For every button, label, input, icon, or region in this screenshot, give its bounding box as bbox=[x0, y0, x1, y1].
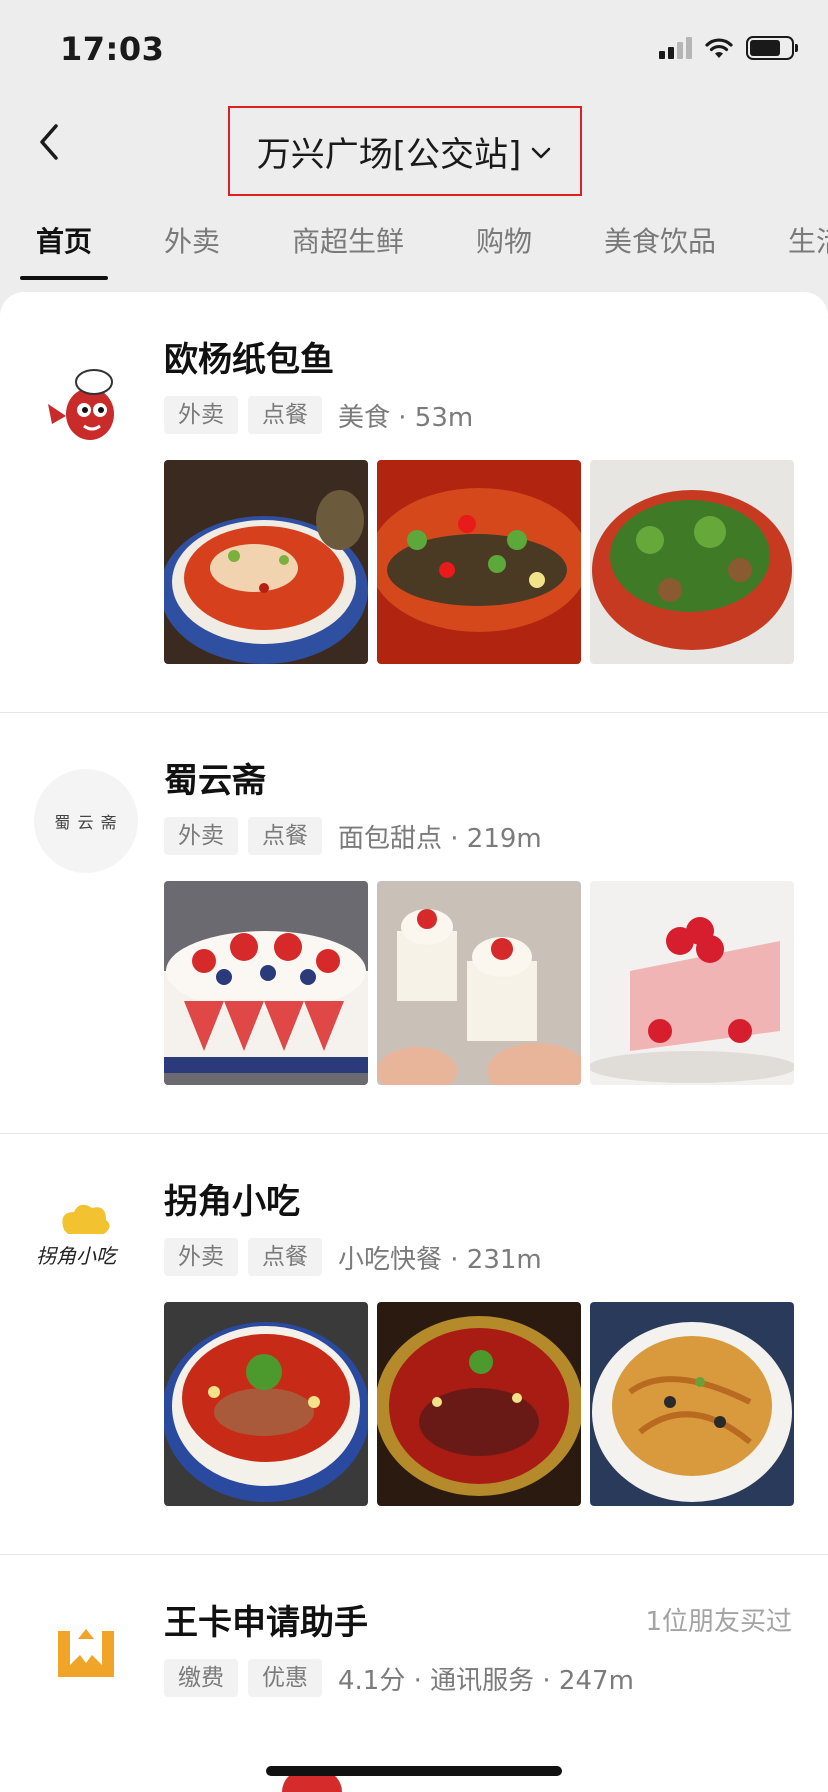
tab-takeout[interactable]: 外卖 bbox=[164, 220, 220, 260]
shop-logo-shuyunzhai: 蜀 云 斋 bbox=[34, 769, 138, 873]
shop-name: 蜀云斋 bbox=[164, 761, 266, 801]
food-photo-raspberry-cake[interactable] bbox=[590, 881, 794, 1085]
food-photo-grilled-fish[interactable] bbox=[377, 460, 581, 664]
shop-card[interactable]: 王卡申请助手 1位朋友买过 缴费 优惠 4.1分 · 通讯服务 · 247m bbox=[0, 1555, 828, 1792]
shop-meta: 缴费 优惠 4.1分 · 通讯服务 · 247m bbox=[164, 1659, 634, 1697]
tag-takeout: 外卖 bbox=[164, 396, 238, 434]
status-time: 17:03 bbox=[60, 30, 165, 68]
shop-logo-guaijiao: 拐角小吃 bbox=[34, 1190, 138, 1294]
friend-purchase-note: 1位朋友买过 bbox=[645, 1607, 792, 1637]
home-indicator[interactable] bbox=[266, 1766, 562, 1776]
food-photo-noodles[interactable] bbox=[590, 1302, 794, 1506]
shop-name: 欧杨纸包鱼 bbox=[164, 340, 334, 380]
tag-order: 点餐 bbox=[248, 1238, 322, 1276]
tab-shopping[interactable]: 购物 bbox=[476, 220, 532, 260]
food-photo-spicy-pot[interactable] bbox=[377, 1302, 581, 1506]
shop-rating-category-distance: 4.1分 · 通讯服务 · 247m bbox=[338, 1665, 634, 1696]
status-bar: 17:03 bbox=[0, 0, 828, 96]
tag-order: 点餐 bbox=[248, 817, 322, 855]
signal-icon bbox=[659, 37, 692, 59]
header: 万兴广场[公交站] bbox=[0, 96, 828, 200]
category-tabs: 首页 外卖 商超生鲜 购物 美食饮品 生活 bbox=[0, 200, 828, 292]
shop-logo-fish bbox=[34, 348, 138, 452]
chevron-down-icon bbox=[532, 147, 551, 159]
shop-meta: 外卖 点餐 美食 · 53m bbox=[164, 396, 473, 434]
shop-meta: 外卖 点餐 小吃快餐 · 231m bbox=[164, 1238, 542, 1276]
shop-category-distance: 美食 · 53m bbox=[338, 402, 474, 433]
tag-takeout: 外卖 bbox=[164, 817, 238, 855]
shop-card[interactable]: 蜀 云 斋 蜀云斋 外卖 点餐 面包甜点 · 219m bbox=[0, 713, 828, 1133]
shop-photos bbox=[164, 460, 794, 664]
shop-card[interactable]: 拐角小吃 拐角小吃 外卖 点餐 小吃快餐 · 231m bbox=[0, 1134, 828, 1554]
location-title: 万兴广场[公交站] bbox=[256, 134, 522, 175]
shop-photos bbox=[164, 881, 794, 1085]
wifi-icon bbox=[705, 38, 733, 58]
tab-active-indicator bbox=[20, 276, 108, 280]
crown-w-icon bbox=[58, 1629, 114, 1677]
tag-order: 点餐 bbox=[248, 396, 322, 434]
food-photo-fish-soup[interactable] bbox=[164, 460, 368, 664]
shop-logo-wangka bbox=[34, 1601, 138, 1705]
food-photo-strawberry-cake[interactable] bbox=[164, 881, 368, 1085]
shop-meta: 外卖 点餐 面包甜点 · 219m bbox=[164, 817, 542, 855]
tag-payment: 缴费 bbox=[164, 1659, 238, 1697]
tab-supermarket[interactable]: 商超生鲜 bbox=[292, 220, 404, 260]
shop-card[interactable]: 欧杨纸包鱼 外卖 点餐 美食 · 53m bbox=[0, 292, 828, 712]
shop-name: 拐角小吃 bbox=[164, 1182, 300, 1222]
shop-name: 王卡申请助手 bbox=[164, 1603, 368, 1643]
status-icons bbox=[659, 36, 798, 60]
food-photo-cupcakes[interactable] bbox=[377, 881, 581, 1085]
back-arrow-icon[interactable] bbox=[30, 118, 70, 166]
shop-list: 欧杨纸包鱼 外卖 点餐 美食 · 53m 蜀 云 斋 蜀云斋 外卖 点餐 面包甜… bbox=[0, 292, 828, 1792]
location-selector[interactable]: 万兴广场[公交站] bbox=[228, 106, 582, 196]
shop-photos bbox=[164, 1302, 794, 1506]
tab-home[interactable]: 首页 bbox=[36, 220, 92, 260]
tab-food-drinks[interactable]: 美食饮品 bbox=[604, 220, 716, 260]
food-photo-herb-fish[interactable] bbox=[590, 460, 794, 664]
shop-category-distance: 面包甜点 · 219m bbox=[338, 823, 542, 854]
battery-icon bbox=[746, 36, 798, 60]
shop-logo-text: 拐角小吃 bbox=[36, 1244, 116, 1268]
shop-category-distance: 小吃快餐 · 231m bbox=[338, 1244, 542, 1275]
tag-takeout: 外卖 bbox=[164, 1238, 238, 1276]
shop-logo-text: 蜀 云 斋 bbox=[54, 813, 118, 832]
food-photo-boiled-meat[interactable] bbox=[164, 1302, 368, 1506]
fish-mascot-icon bbox=[48, 369, 114, 440]
tab-life[interactable]: 生活 bbox=[788, 220, 828, 260]
tag-discount: 优惠 bbox=[248, 1659, 322, 1697]
